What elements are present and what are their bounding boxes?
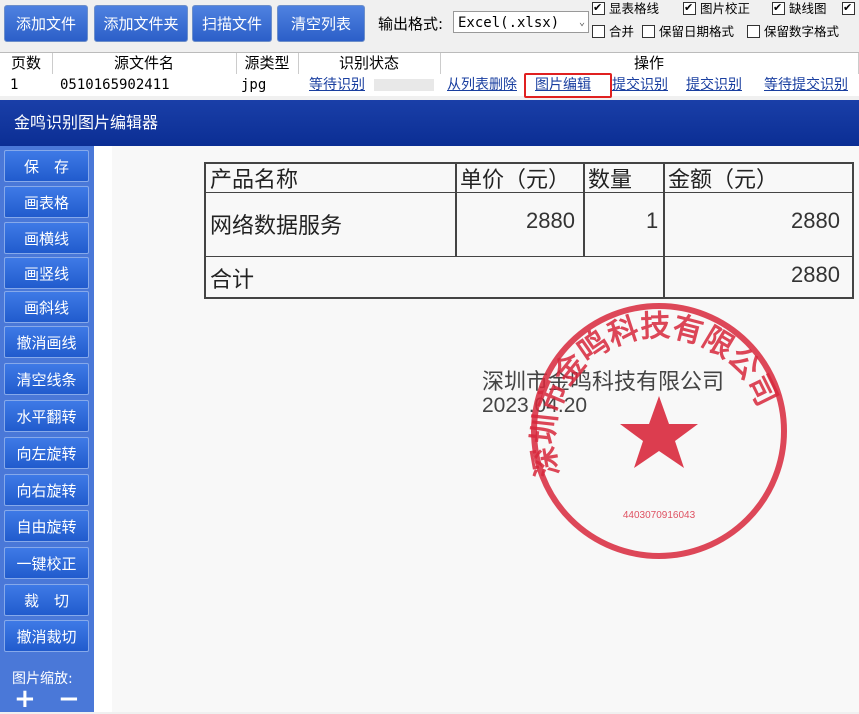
checkbox-icon bbox=[842, 0, 855, 16]
image-correct-label: 图片校正 bbox=[700, 1, 751, 16]
doc-header-price: 单价（元） bbox=[460, 168, 571, 193]
editor-title-bar: 金鸣识别图片编辑器 bbox=[0, 100, 859, 146]
progress-bar bbox=[374, 79, 434, 91]
extra-checkbox[interactable] bbox=[842, 0, 859, 17]
doc-item-qty: 1 bbox=[646, 208, 659, 233]
doc-item-amount: 2880 bbox=[791, 208, 840, 233]
delete-from-list-link[interactable]: 从列表删除 bbox=[447, 74, 517, 96]
missing-line-checkbox[interactable]: 缺线图 bbox=[772, 0, 827, 17]
submit-recognition-link-2[interactable]: 提交识别 bbox=[686, 74, 742, 96]
company-seal-icon: 深圳市金鸣科技有限公司 4403070916043 bbox=[526, 303, 787, 559]
keep-number-label: 保留数字格式 bbox=[764, 24, 840, 39]
zoom-out-button[interactable]: − bbox=[58, 686, 80, 712]
header-actions[interactable]: 操作 bbox=[440, 53, 859, 74]
show-grid-checkbox[interactable]: 显表格线 bbox=[592, 0, 660, 17]
crop-button[interactable]: 裁 切 bbox=[4, 584, 89, 616]
row-status: 等待识别 bbox=[309, 77, 365, 93]
header-page[interactable]: 页数 bbox=[0, 53, 53, 74]
image-canvas[interactable]: 产品名称 单价（元） 数量 金额（元） 网络数据服务 2880 1 2880 合… bbox=[94, 146, 859, 712]
doc-item-price: 2880 bbox=[526, 208, 575, 233]
checkbox-icon bbox=[747, 25, 760, 38]
draw-vertical-line-button[interactable]: 画竖线 bbox=[4, 257, 89, 289]
document-image: 产品名称 单价（元） 数量 金额（元） 网络数据服务 2880 1 2880 合… bbox=[112, 146, 859, 712]
row-filename: 0510165902411 bbox=[60, 77, 170, 93]
header-type[interactable]: 源类型 bbox=[236, 53, 299, 74]
add-file-button[interactable]: 添加文件 bbox=[4, 5, 88, 42]
doc-header-name: 产品名称 bbox=[210, 168, 299, 193]
keep-number-checkbox[interactable]: 保留数字格式 bbox=[747, 24, 839, 40]
checkbox-icon bbox=[683, 0, 696, 16]
doc-item-name: 网络数据服务 bbox=[210, 214, 343, 239]
row-page: 1 bbox=[10, 77, 19, 93]
invoice-table: 产品名称 单价（元） 数量 金额（元） 网络数据服务 2880 1 2880 合… bbox=[204, 162, 854, 299]
missing-line-label: 缺线图 bbox=[789, 1, 827, 16]
undo-crop-button[interactable]: 撤消裁切 bbox=[4, 620, 89, 652]
keep-date-checkbox[interactable]: 保留日期格式 bbox=[642, 24, 734, 40]
header-status[interactable]: 识别状态 bbox=[298, 53, 441, 74]
main-toolbar: 添加文件 添加文件夹 扫描文件 清空列表 输出格式: Excel(.xlsx) … bbox=[0, 0, 859, 50]
format-select[interactable]: Excel(.xlsx) ⌄ bbox=[453, 11, 589, 33]
clear-list-button[interactable]: 清空列表 bbox=[277, 5, 365, 42]
checkbox-icon bbox=[592, 0, 605, 16]
submit-recognition-link[interactable]: 提交识别 bbox=[612, 74, 668, 96]
add-folder-button[interactable]: 添加文件夹 bbox=[94, 5, 188, 42]
show-grid-label: 显表格线 bbox=[609, 1, 660, 16]
draw-diagonal-line-button[interactable]: 画斜线 bbox=[4, 291, 89, 323]
checkbox-icon bbox=[592, 25, 605, 38]
format-select-value: Excel(.xlsx) bbox=[458, 15, 560, 31]
seal-text: 深圳市金鸣科技有限公司 bbox=[526, 309, 784, 479]
merge-label: 合并 bbox=[609, 24, 635, 39]
undo-line-button[interactable]: 撤消画线 bbox=[4, 326, 89, 358]
rotate-right-button[interactable]: 向右旋转 bbox=[4, 474, 89, 506]
keep-date-label: 保留日期格式 bbox=[659, 24, 735, 39]
checkbox-icon bbox=[772, 0, 785, 16]
doc-header-qty: 数量 bbox=[588, 168, 633, 193]
clear-lines-button[interactable]: 清空线条 bbox=[4, 363, 89, 395]
format-label: 输出格式: bbox=[378, 15, 444, 33]
svg-text:深圳市金鸣科技有限公司: 深圳市金鸣科技有限公司 bbox=[526, 309, 784, 479]
wait-submit-link[interactable]: 等待提交识别 bbox=[764, 74, 848, 96]
draw-horizontal-line-button[interactable]: 画横线 bbox=[4, 222, 89, 254]
highlight-box bbox=[524, 73, 612, 98]
table-row[interactable]: 1 0510165902411 jpg 等待识别 从列表删除 图片编辑 提交识别… bbox=[0, 74, 859, 96]
chevron-down-icon: ⌄ bbox=[578, 17, 585, 28]
doc-total-value: 2880 bbox=[791, 262, 840, 287]
checkbox-icon bbox=[642, 25, 655, 38]
row-type: jpg bbox=[241, 77, 267, 93]
zoom-in-button[interactable]: + bbox=[14, 686, 36, 712]
auto-correct-button[interactable]: 一键校正 bbox=[4, 547, 89, 579]
editor-sidebar: 保 存 画表格 画横线 画竖线 画斜线 撤消画线 清空线条 水平翻转 向左旋转 … bbox=[0, 146, 94, 712]
seal-number: 4403070916043 bbox=[623, 510, 696, 521]
scan-file-button[interactable]: 扫描文件 bbox=[192, 5, 272, 42]
save-button[interactable]: 保 存 bbox=[4, 150, 89, 182]
file-grid-header: 页数 源文件名 源类型 识别状态 操作 bbox=[0, 52, 859, 75]
free-rotate-button[interactable]: 自由旋转 bbox=[4, 510, 89, 542]
header-filename[interactable]: 源文件名 bbox=[52, 53, 237, 74]
rotate-left-button[interactable]: 向左旋转 bbox=[4, 437, 89, 469]
merge-checkbox[interactable]: 合并 bbox=[592, 24, 634, 40]
doc-total-label: 合计 bbox=[210, 268, 255, 293]
flip-horizontal-button[interactable]: 水平翻转 bbox=[4, 400, 89, 432]
image-correct-checkbox[interactable]: 图片校正 bbox=[683, 0, 751, 17]
draw-table-button[interactable]: 画表格 bbox=[4, 186, 89, 218]
doc-header-amount: 金额（元） bbox=[668, 168, 779, 193]
